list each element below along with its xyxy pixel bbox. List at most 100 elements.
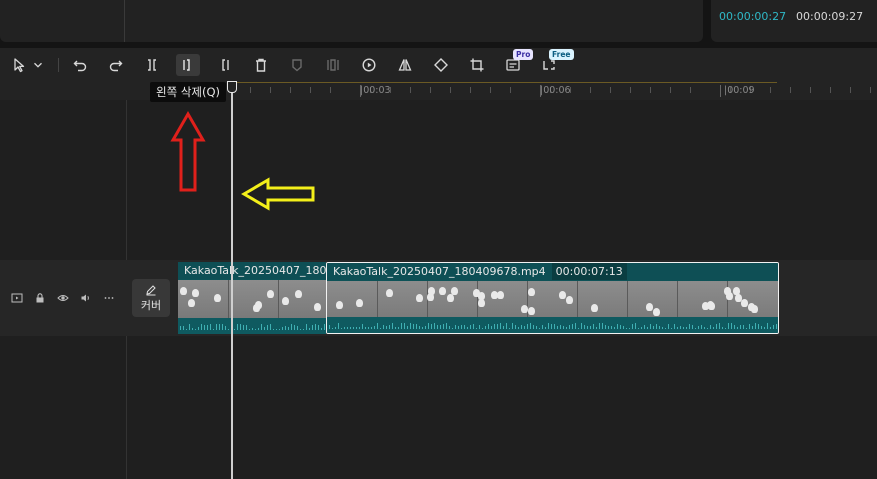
bird-thumbnail-mark <box>314 303 321 311</box>
ruler-tick <box>850 87 851 93</box>
bird-thumbnail-mark <box>267 290 274 298</box>
waveform-bar <box>710 325 711 329</box>
ruler-tick <box>610 87 611 93</box>
waveform-bar <box>428 323 429 329</box>
speed-button[interactable] <box>357 54 381 76</box>
waveform-bar <box>551 324 552 329</box>
waveform-bar <box>704 327 705 329</box>
waveform-bar <box>291 324 292 330</box>
bird-thumbnail-mark <box>336 301 343 309</box>
waveform-bar <box>267 325 268 330</box>
clip-waveform <box>178 318 326 334</box>
split-button[interactable] <box>140 54 164 76</box>
ruler-tick <box>690 87 691 93</box>
bird-thumbnail-mark <box>748 303 755 311</box>
waveform-bar <box>285 326 286 330</box>
waveform-bar <box>261 324 262 330</box>
waveform-bar <box>392 323 393 329</box>
freeze-button[interactable] <box>285 54 309 76</box>
delete-right-button[interactable] <box>212 54 236 76</box>
track-more-button[interactable] <box>102 292 116 304</box>
waveform-bar <box>746 328 747 329</box>
thumbnail-divider <box>228 280 229 318</box>
frame-button[interactable] <box>321 54 345 76</box>
playhead[interactable] <box>231 82 233 479</box>
toolbar-separator <box>58 58 59 72</box>
waveform-bar <box>668 324 669 329</box>
ruler-tick <box>490 87 491 93</box>
select-tool-button[interactable] <box>8 54 32 76</box>
ruler-tick <box>290 87 291 93</box>
waveform-bar <box>234 329 235 330</box>
waveform-bar <box>306 324 307 330</box>
ruler-tick <box>650 87 651 93</box>
waveform-bar <box>497 324 498 329</box>
rotate-button[interactable] <box>429 54 453 76</box>
mirror-button[interactable] <box>393 54 417 76</box>
waveform-bar <box>288 327 289 330</box>
thumbnail-divider <box>627 281 628 319</box>
waveform-bar <box>452 328 453 329</box>
redo-button[interactable] <box>104 54 128 76</box>
waveform-bar <box>195 329 196 330</box>
waveform-bar <box>749 324 750 329</box>
waveform-bar <box>356 327 357 329</box>
waveform-bar <box>764 327 765 329</box>
ruler-tick <box>430 87 431 93</box>
rotate-icon <box>434 58 448 72</box>
timeline-toolbar <box>0 48 877 82</box>
track-preview-toggle[interactable] <box>10 292 24 304</box>
track-audio-toggle[interactable] <box>79 292 93 304</box>
clip-header: KakaoTalk_20250407_18040 <box>178 262 326 279</box>
waveform-bar <box>494 324 495 329</box>
video-clip[interactable]: KakaoTalk_20250407_18040 <box>178 262 326 334</box>
bird-thumbnail-mark <box>646 303 653 311</box>
waveform-bar <box>620 325 621 329</box>
ruler-tick <box>630 87 631 93</box>
waveform-bar <box>500 323 501 329</box>
cover-label: 커버 <box>140 298 162 312</box>
select-tool-dropdown[interactable] <box>31 54 45 76</box>
waveform-bar <box>213 329 214 330</box>
video-clip-selected[interactable]: KakaoTalk_20250407_180409678.mp4 00:00:07… <box>326 262 779 334</box>
frame-icon <box>327 59 339 71</box>
playhead-handle[interactable] <box>227 81 237 93</box>
waveform-bar <box>761 326 762 329</box>
bird-thumbnail-mark <box>451 287 458 295</box>
waveform-bar <box>192 328 193 330</box>
track-visibility-toggle[interactable] <box>56 292 70 304</box>
undo-button[interactable] <box>68 54 92 76</box>
split-icon <box>148 59 156 71</box>
bird-thumbnail-mark <box>180 287 187 295</box>
waveform-bar <box>503 326 504 329</box>
waveform-bar <box>282 327 283 330</box>
bird-thumbnail-mark <box>708 302 715 310</box>
waveform-bar <box>491 326 492 329</box>
waveform-bar <box>512 323 513 329</box>
cover-button[interactable]: 커버 <box>132 279 170 317</box>
waveform-bar <box>776 324 777 329</box>
waveform-bar <box>593 324 594 329</box>
waveform-bar <box>476 328 477 329</box>
waveform-bar <box>183 326 184 330</box>
waveform-bar <box>578 328 579 329</box>
waveform-bar <box>728 323 729 329</box>
crop-button[interactable] <box>465 54 489 76</box>
waveform-bar <box>638 328 639 329</box>
waveform-bar <box>536 326 537 329</box>
waveform-bar <box>737 327 738 329</box>
track-lock-toggle[interactable] <box>33 292 47 304</box>
waveform-bar <box>581 323 582 329</box>
waveform-bar <box>258 328 259 330</box>
waveform-bar <box>659 326 660 329</box>
waveform-bar <box>279 329 280 330</box>
bird-thumbnail-mark <box>295 290 302 298</box>
waveform-bar <box>743 325 744 329</box>
ruler-label-9s: |00:09 <box>724 85 755 96</box>
thumbnail-divider <box>278 280 279 318</box>
delete-left-button[interactable] <box>176 54 200 76</box>
waveform-bar <box>533 325 534 329</box>
waveform-bar <box>270 324 271 330</box>
delete-button[interactable] <box>249 54 273 76</box>
waveform-bar <box>677 327 678 329</box>
